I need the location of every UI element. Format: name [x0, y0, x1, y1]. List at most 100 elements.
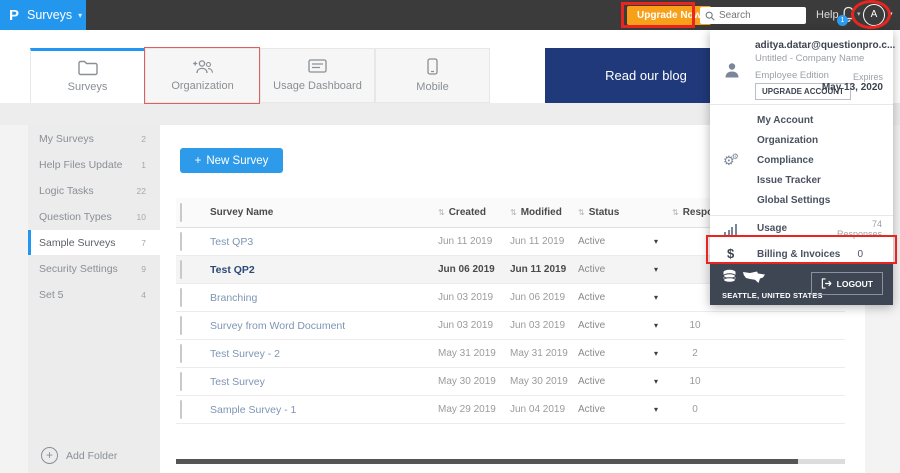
- tab-mobile[interactable]: Mobile: [375, 48, 490, 103]
- survey-row: Test Survey - 2 May 31 2019 May 31 2019 …: [176, 340, 845, 368]
- gears-icon: ⚙⚙: [723, 152, 739, 168]
- new-survey-label: New Survey: [206, 154, 269, 167]
- folder-label: Logic Tasks: [39, 184, 94, 197]
- product-switcher[interactable]: P Surveys ▾: [0, 0, 86, 30]
- tab-surveys[interactable]: Surveys: [30, 48, 145, 103]
- logout-icon: [821, 278, 832, 289]
- created-date: Jun 11 2019: [438, 236, 493, 247]
- column-header-status[interactable]: ⇅ Status: [578, 207, 640, 218]
- survey-name-link[interactable]: Sample Survey - 1: [210, 404, 438, 416]
- add-folder-button[interactable]: + Add Folder: [41, 447, 117, 464]
- tab-label: Organization: [171, 80, 234, 92]
- status-value: Active: [578, 404, 606, 415]
- mobile-phone-icon: [427, 58, 438, 75]
- sidebar-folder-item[interactable]: Set 5 4: [28, 282, 160, 307]
- row-checkbox[interactable]: [180, 259, 182, 279]
- search-input[interactable]: [719, 10, 803, 21]
- row-actions-dropdown[interactable]: ▾: [640, 237, 672, 246]
- bar-chart-icon: [724, 224, 737, 235]
- row-actions-dropdown[interactable]: ▾: [640, 405, 672, 414]
- account-location: SEATTLE, UNITED STATES: [722, 291, 823, 300]
- chevron-down-icon: ▾: [78, 10, 83, 20]
- sidebar-folder-item[interactable]: Logic Tasks 22: [28, 178, 160, 203]
- survey-name-link[interactable]: Test QP3: [210, 236, 438, 248]
- row-actions-dropdown[interactable]: ▾: [640, 265, 672, 274]
- upgrade-now-button[interactable]: Upgrade Now: [627, 6, 712, 25]
- column-header-created[interactable]: ⇅ Created: [438, 207, 510, 218]
- row-checkbox[interactable]: [180, 399, 182, 419]
- folder-label: Help Files Update: [39, 158, 123, 171]
- folder-label: Set 5: [39, 288, 64, 301]
- account-menu-item[interactable]: My Account: [710, 111, 893, 131]
- usage-label: Usage: [757, 223, 788, 234]
- survey-name-link[interactable]: Test Survey: [210, 376, 438, 388]
- row-checkbox[interactable]: [180, 287, 182, 307]
- tab-label: Surveys: [67, 81, 108, 93]
- folder-count: 4: [141, 289, 146, 300]
- horizontal-scrollbar-thumb[interactable]: [176, 459, 798, 464]
- tab-usage-dashboard[interactable]: Usage Dashboard: [260, 48, 375, 103]
- usage-menu-item[interactable]: Usage 74 Responses: [710, 216, 893, 242]
- status-value: Active: [578, 376, 606, 387]
- sidebar-folder-item[interactable]: My Surveys 2: [28, 126, 160, 151]
- sidebar-folder-item[interactable]: Sample Surveys 7: [28, 230, 160, 255]
- survey-row: Survey from Word Document Jun 03 2019 Ju…: [176, 312, 845, 340]
- select-all-checkbox[interactable]: [180, 202, 182, 222]
- account-avatar[interactable]: A: [863, 4, 885, 26]
- survey-name-link[interactable]: Test QP2: [210, 264, 438, 276]
- account-company: Untitled - Company Name: [755, 53, 865, 64]
- sort-icon: ⇅: [438, 208, 445, 217]
- status-value: Active: [578, 292, 606, 303]
- chevron-down-icon[interactable]: ▾: [857, 10, 861, 18]
- status-value: Active: [578, 264, 606, 275]
- account-email: aditya.datar@questionpro.c...: [755, 40, 896, 51]
- survey-name-link[interactable]: Branching: [210, 292, 438, 304]
- folder-count: 2: [141, 133, 146, 144]
- help-link[interactable]: Help: [816, 9, 839, 21]
- new-survey-button[interactable]: + New Survey: [180, 148, 283, 173]
- folder-label: My Surveys: [39, 132, 94, 145]
- account-menu-item[interactable]: Global Settings: [710, 191, 893, 211]
- questionpro-logo-icon: P: [9, 6, 20, 24]
- modified-date: Jun 11 2019: [510, 236, 565, 247]
- survey-row: Sample Survey - 1 May 29 2019 Jun 04 201…: [176, 396, 845, 424]
- column-header-modified[interactable]: ⇅ Modified: [510, 207, 578, 218]
- logout-button[interactable]: LOGOUT: [810, 272, 883, 295]
- account-edition: Employee Edition: [755, 70, 829, 81]
- search-box[interactable]: [700, 7, 806, 24]
- row-checkbox[interactable]: [180, 371, 182, 391]
- responses-count: 10: [689, 320, 701, 331]
- account-menu-item[interactable]: Issue Tracker: [710, 171, 893, 191]
- created-date: Jun 06 2019: [438, 264, 495, 275]
- sidebar-folder-item[interactable]: Question Types 10: [28, 204, 160, 229]
- sidebar-folder-item[interactable]: Help Files Update 1: [28, 152, 160, 177]
- modified-date: Jun 11 2019: [510, 264, 567, 275]
- row-checkbox[interactable]: [180, 231, 182, 251]
- account-menu-item[interactable]: Organization: [710, 131, 893, 151]
- folder-count: 22: [136, 185, 146, 196]
- row-checkbox[interactable]: [180, 343, 182, 363]
- billing-label: Billing & Invoices: [757, 249, 841, 260]
- responses-count: 2: [692, 348, 698, 359]
- row-actions-dropdown[interactable]: ▾: [640, 349, 672, 358]
- account-summary-section: aditya.datar@questionpro.c... Untitled -…: [710, 30, 896, 104]
- modified-date: May 31 2019: [510, 348, 568, 359]
- sidebar-folder-item[interactable]: Security Settings 9: [28, 256, 160, 281]
- modified-date: Jun 03 2019: [510, 320, 566, 331]
- chevron-down-icon[interactable]: ▾: [889, 10, 893, 18]
- responses-count: 10: [689, 376, 701, 387]
- column-header-survey-name[interactable]: Survey Name: [210, 207, 438, 218]
- row-checkbox[interactable]: [180, 315, 182, 335]
- survey-name-link[interactable]: Survey from Word Document: [210, 320, 438, 332]
- top-navbar: P Surveys ▾ Upgrade Now Help 1 ▾ A ▾: [0, 0, 900, 30]
- row-actions-dropdown[interactable]: ▾: [640, 321, 672, 330]
- dollar-icon: $: [727, 246, 735, 261]
- survey-name-link[interactable]: Test Survey - 2: [210, 348, 438, 360]
- expires-date: May 13, 2020: [821, 82, 883, 93]
- row-actions-dropdown[interactable]: ▾: [640, 293, 672, 302]
- modified-date: Jun 06 2019: [510, 292, 566, 303]
- row-actions-dropdown[interactable]: ▾: [640, 377, 672, 386]
- status-value: Active: [578, 348, 606, 359]
- tab-organization[interactable]: Organization: [145, 48, 260, 103]
- horizontal-scrollbar-track[interactable]: [176, 459, 845, 464]
